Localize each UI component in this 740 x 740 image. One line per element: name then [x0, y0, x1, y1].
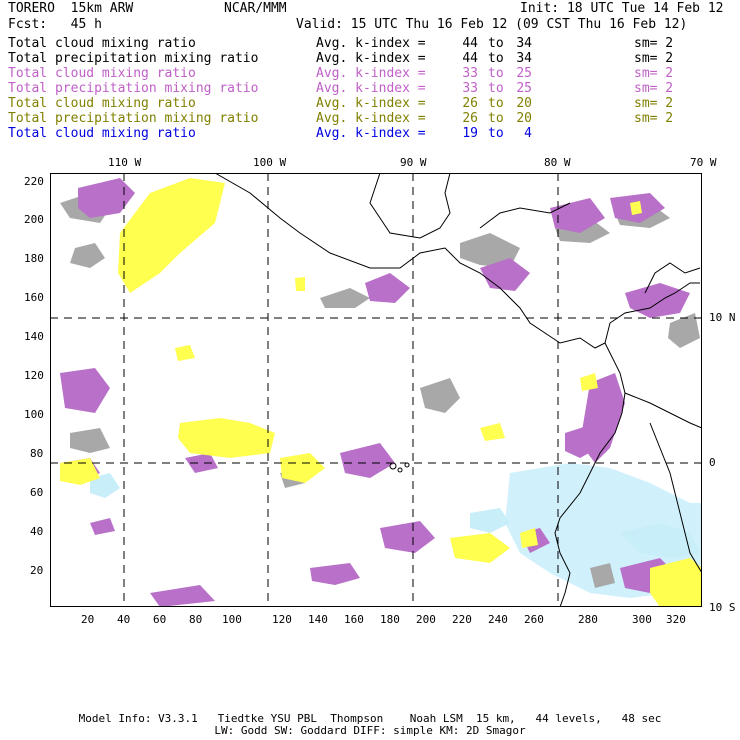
- x-tick: 160: [344, 613, 364, 626]
- y-tick: 180: [24, 252, 44, 265]
- x-tick: 260: [524, 613, 544, 626]
- x-tick: 140: [308, 613, 328, 626]
- legend-hi: 34: [516, 51, 532, 66]
- lat-label-10n: 10 N: [709, 311, 736, 324]
- legend-avg: Avg. k-index =: [316, 126, 426, 141]
- x-tick: 60: [153, 613, 167, 626]
- y-tick: 140: [24, 330, 44, 343]
- valid-time: Valid: 15 UTC Thu 16 Feb 12 (09 CST Thu …: [296, 17, 688, 32]
- forecast-hour: Fcst: 45 h: [8, 17, 102, 32]
- model-name: TORERO 15km ARW: [8, 1, 134, 16]
- x-tick: 280: [578, 613, 598, 626]
- legend-sm: sm= 2: [634, 36, 674, 51]
- legend-sm: sm= 2: [634, 81, 674, 96]
- legend-lo: 33: [462, 66, 478, 81]
- legend-lo: 26: [462, 96, 478, 111]
- lon-label-100w: 100 W: [253, 156, 287, 169]
- lon-label-90w: 90 W: [400, 156, 427, 169]
- galapagos-islands: [389, 462, 410, 473]
- legend-avg: Avg. k-index =: [316, 111, 426, 126]
- x-tick: 320: [666, 613, 686, 626]
- x-tick: 200: [416, 613, 436, 626]
- legend-field: Total cloud mixing ratio: [8, 126, 196, 141]
- model-info-line2: LW: Godd SW: Goddard DIFF: simple KM: 2D…: [214, 724, 526, 737]
- legend-hi: 34: [516, 36, 532, 51]
- legend-hi: 20: [516, 96, 532, 111]
- forecast-map: [50, 173, 702, 607]
- x-tick: 40: [117, 613, 131, 626]
- x-tick: 100: [222, 613, 242, 626]
- y-tick: 40: [30, 525, 44, 538]
- legend-field: Total cloud mixing ratio: [8, 36, 196, 51]
- legend-sm: sm= 2: [634, 96, 674, 111]
- legend-field: Total precipitation mixing ratio: [8, 51, 259, 66]
- legend-field: Total cloud mixing ratio: [8, 96, 196, 111]
- legend-lo: 44: [462, 51, 478, 66]
- y-tick: 60: [30, 486, 44, 499]
- legend-hi: 20: [516, 111, 532, 126]
- legend-sm: sm= 2: [634, 51, 674, 66]
- legend-avg: Avg. k-index =: [316, 96, 426, 111]
- legend-sm: sm= 2: [634, 66, 674, 81]
- init-time: Init: 18 UTC Tue 14 Feb 12: [520, 1, 724, 16]
- y-tick: 100: [24, 408, 44, 421]
- x-tick: 300: [632, 613, 652, 626]
- lon-label-80w: 80 W: [544, 156, 571, 169]
- y-tick: 200: [24, 213, 44, 226]
- lat-label-0: 0: [709, 456, 716, 469]
- lat-label-10s: 10 S: [709, 601, 736, 614]
- y-tick: 160: [24, 291, 44, 304]
- legend-field: Total precipitation mixing ratio: [8, 81, 259, 96]
- y-tick: 80: [30, 447, 44, 460]
- legend-avg: Avg. k-index =: [316, 36, 426, 51]
- legend-avg: Avg. k-index =: [316, 81, 426, 96]
- x-tick: 180: [380, 613, 400, 626]
- legend-hi: 25: [516, 81, 532, 96]
- legend-sm: sm= 2: [634, 111, 674, 126]
- legend-avg: Avg. k-index =: [316, 51, 426, 66]
- lon-label-70w: 70 W: [690, 156, 717, 169]
- y-tick: 120: [24, 369, 44, 382]
- legend-hi: 25: [516, 66, 532, 81]
- y-tick: 220: [24, 175, 44, 188]
- x-tick: 240: [488, 613, 508, 626]
- x-tick: 80: [189, 613, 203, 626]
- legend-hi: 4: [524, 126, 532, 141]
- organization: NCAR/MMM: [224, 1, 287, 16]
- legend-field: Total precipitation mixing ratio: [8, 111, 259, 126]
- legend-lo: 19: [462, 126, 478, 141]
- legend-lo: 44: [462, 36, 478, 51]
- legend-avg: Avg. k-index =: [316, 66, 426, 81]
- legend-field: Total cloud mixing ratio: [8, 66, 196, 81]
- y-tick: 20: [30, 564, 44, 577]
- x-tick: 220: [452, 613, 472, 626]
- legend-lo: 33: [462, 81, 478, 96]
- legend-lo: 26: [462, 111, 478, 126]
- x-tick: 20: [81, 613, 95, 626]
- x-tick: 120: [272, 613, 292, 626]
- lon-label-110w: 110 W: [108, 156, 142, 169]
